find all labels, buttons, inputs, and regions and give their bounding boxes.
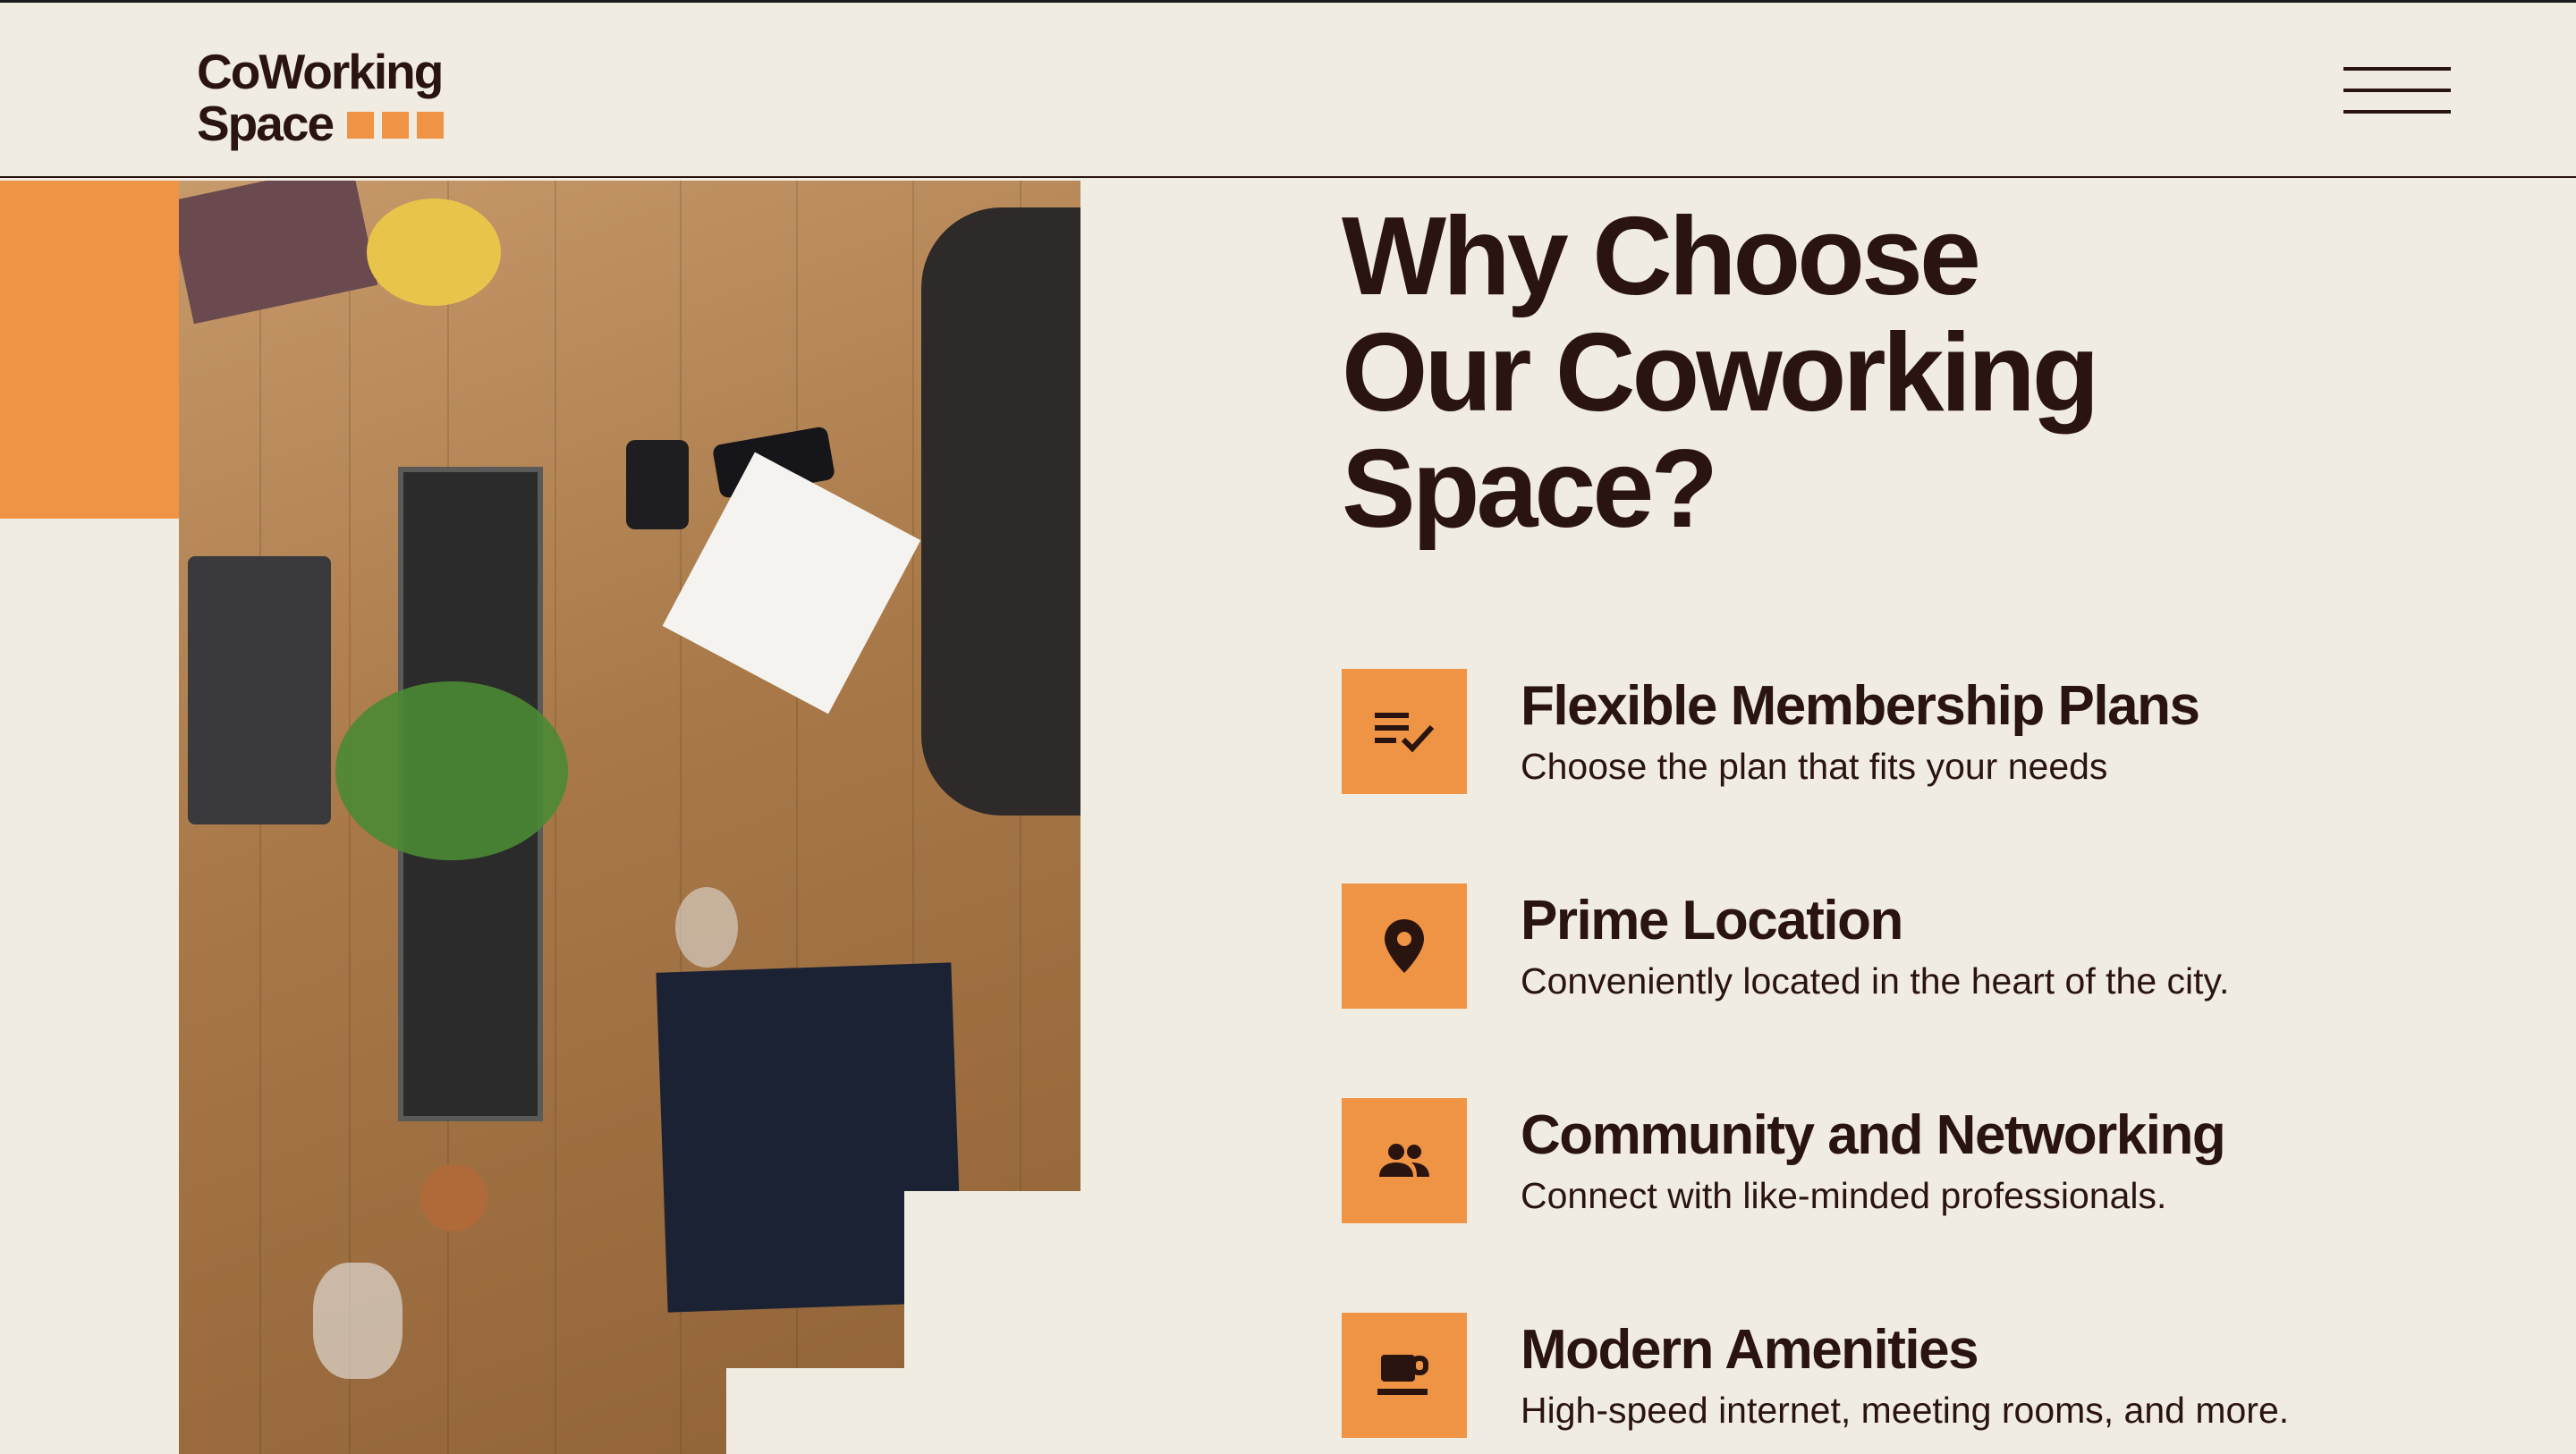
glass [675,887,738,968]
feature-modern-amenities: Modern Amenities High-speed internet, me… [1342,1313,2415,1438]
section-title: Why Choose Our Coworking Space? [1342,195,2100,551]
small-plant [420,1164,487,1231]
logo[interactable]: CoWorking Space [197,46,444,149]
logo-squares [347,112,445,139]
feature-description: Conveniently located in the heart of the… [1521,960,2230,1002]
plant [335,681,568,860]
location-pin-icon [1342,883,1467,1009]
logo-text-line1: CoWorking [197,44,444,99]
coffee-cup-icon [1342,1313,1467,1438]
feature-title: Flexible Membership Plans [1521,675,2200,737]
feature-prime-location: Prime Location Conveniently located in t… [1342,883,2415,1009]
site-header: CoWorking Space [0,3,2576,178]
laptop-left [188,556,331,824]
hamburger-menu-icon[interactable] [2343,63,2451,117]
people-icon [1342,1098,1467,1223]
feature-description: Choose the plan that fits your needs [1521,746,2108,787]
feature-description: Connect with like-minded professionals. [1521,1175,2167,1216]
logo-text-line2: Space [197,96,335,151]
image-cutout [726,1368,1084,1454]
feature-description: High-speed internet, meeting rooms, and … [1521,1390,2290,1431]
accent-block [0,181,179,519]
checklist-icon [1342,669,1467,794]
poster [179,181,378,325]
paper [662,452,921,714]
person-right [921,207,1080,816]
fruit-bowl [367,199,501,306]
feature-community-networking: Community and Networking Connect with li… [1342,1098,2415,1223]
feature-title: Modern Amenities [1521,1319,1979,1381]
feature-title: Community and Networking [1521,1104,2226,1166]
mug [626,440,689,529]
feature-title: Prime Location [1521,890,1903,951]
water-bottle [313,1263,402,1379]
feature-flexible-membership: Flexible Membership Plans Choose the pla… [1342,669,2415,794]
